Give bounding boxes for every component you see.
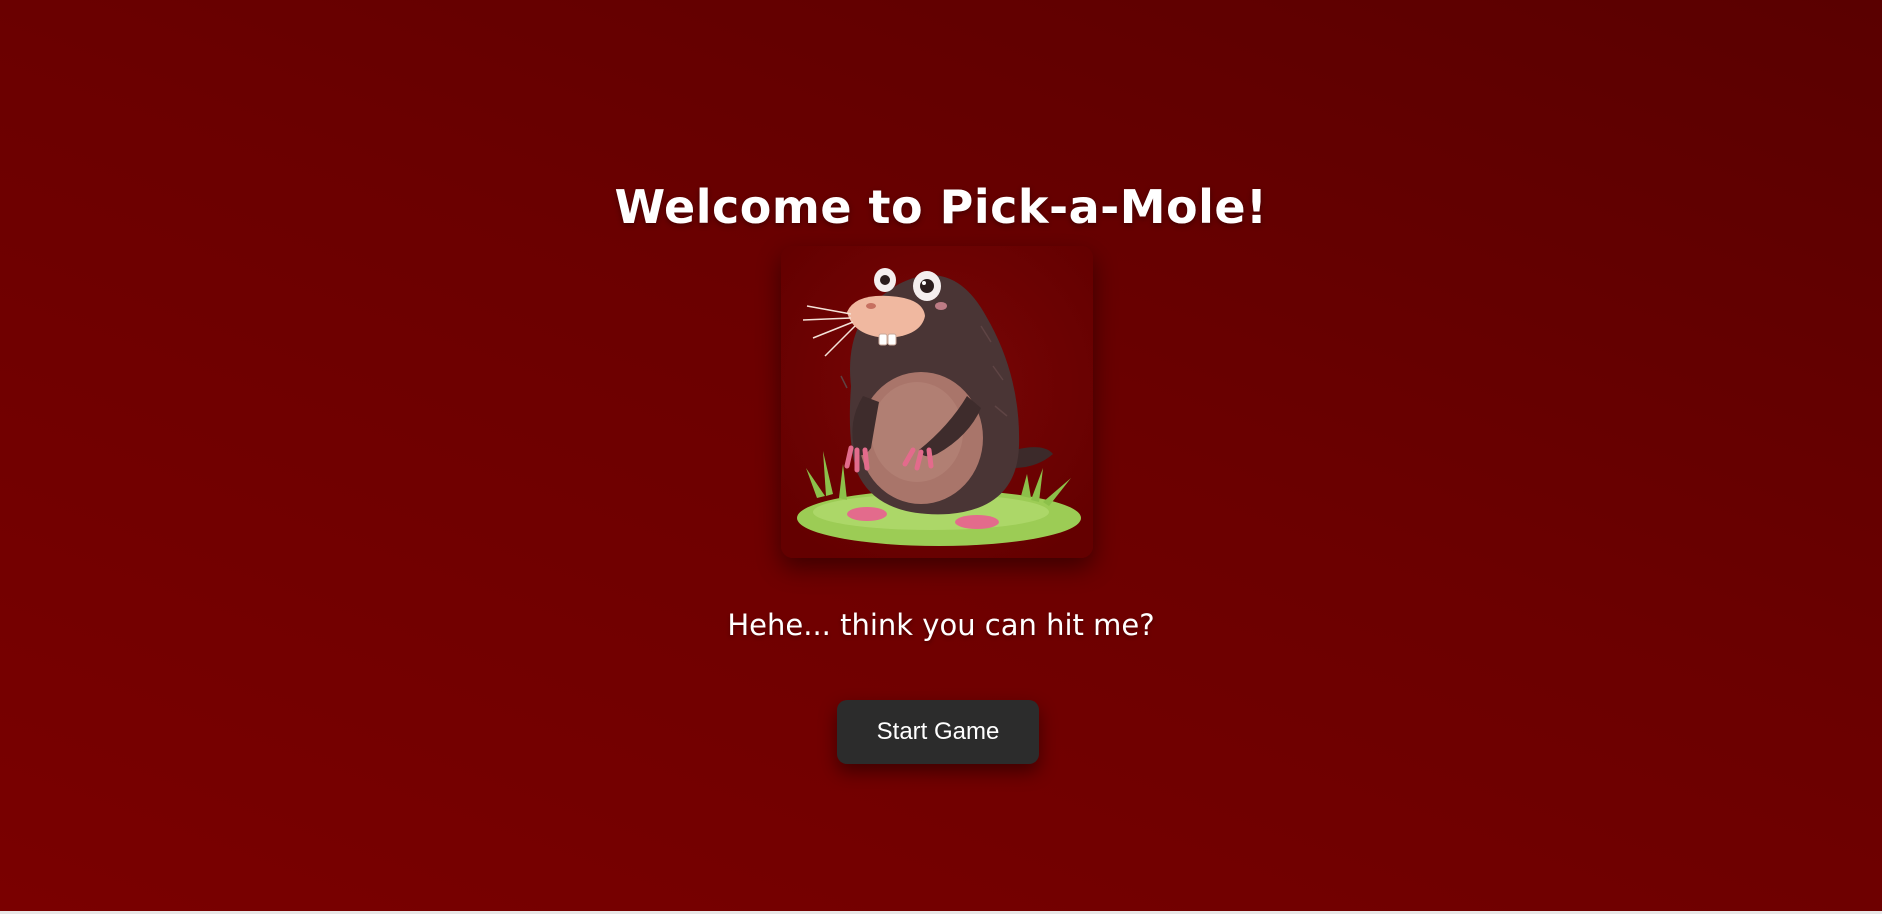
start-screen: Welcome to Pick-a-Mole! Hehe... think yo… bbox=[0, 0, 1882, 911]
mole-illustration-icon bbox=[781, 246, 1093, 558]
start-game-button[interactable]: Start Game bbox=[837, 700, 1039, 764]
page-title: Welcome to Pick-a-Mole! bbox=[614, 180, 1268, 234]
mole-taunt-text: Hehe... think you can hit me? bbox=[727, 608, 1155, 642]
mole-image bbox=[781, 246, 1093, 558]
